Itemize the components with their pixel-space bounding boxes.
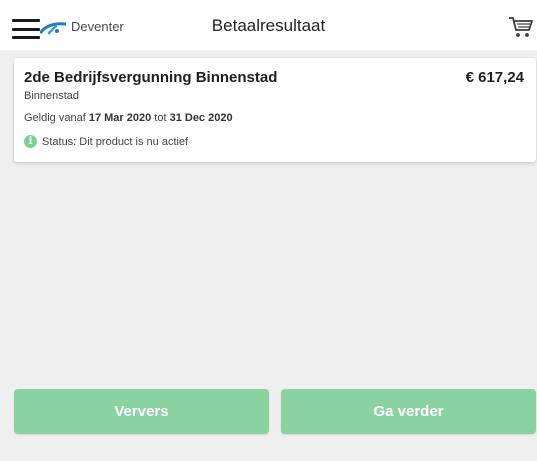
product-card: 2de Bedrijfsvergunning Binnenstad € 617,… <box>14 58 536 162</box>
product-zone: Binnenstad <box>24 90 80 102</box>
valid-from-label: Geldig vanaf <box>24 112 86 124</box>
product-name: 2de Bedrijfsvergunning Binnenstad <box>24 69 278 86</box>
app-header: Deventer Betaalresultaat <box>0 0 537 50</box>
shopping-cart-icon[interactable] <box>508 15 534 39</box>
valid-from-date: 17 Mar 2020 <box>88 112 152 124</box>
continue-button[interactable]: Ga verder <box>281 389 536 434</box>
valid-to-label: tot <box>154 112 167 124</box>
product-price: € 617,24 <box>465 69 524 86</box>
status-line: i Status: Dit product is nu actief <box>24 135 188 148</box>
status-text: Status: Dit product is nu actief <box>42 135 189 148</box>
refresh-button[interactable]: Ververs <box>14 389 269 434</box>
valid-to-date: 31 Dec 2020 <box>169 112 233 124</box>
page-title: Betaalresultaat <box>211 16 326 35</box>
info-icon: i <box>24 135 37 148</box>
validity-period: Geldig vanaf 17 Mar 2020 tot 31 Dec 2020 <box>24 112 233 124</box>
